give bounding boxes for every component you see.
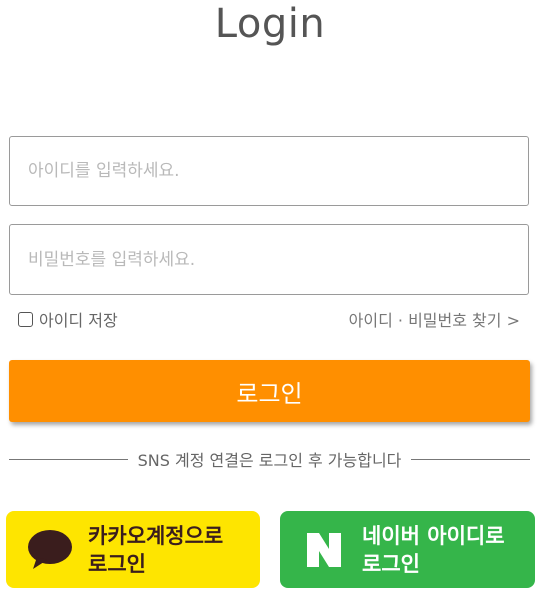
naver-login-button[interactable]: 네이버 아이디로 로그인 [280,511,535,588]
find-account-link[interactable]: 아이디 · 비밀번호 찾기 > [349,307,520,331]
naver-n-icon [294,532,354,567]
page-title: Login [214,1,326,47]
checkbox-icon[interactable] [18,311,33,327]
kakao-login-label: 카카오계정으로 로그인 [88,523,224,576]
id-input[interactable] [9,136,529,206]
chat-bubble-icon [20,529,80,571]
login-options: 아이디 저장 아이디 · 비밀번호 찾기 > [18,306,520,332]
divider-line [9,458,128,460]
sns-divider: SNS 계정 연결은 로그인 후 가능합니다 [9,446,531,472]
kakao-login-button[interactable]: 카카오계정으로 로그인 [6,511,260,588]
remember-id-label: 아이디 저장 [39,311,118,330]
sns-notice: SNS 계정 연결은 로그인 후 가능합니다 [137,451,402,470]
login-button[interactable]: 로그인 [9,360,530,422]
divider-line [411,458,531,460]
naver-login-label: 네이버 아이디로 로그인 [362,523,505,576]
remember-id-checkbox[interactable]: 아이디 저장 [18,307,118,331]
password-input[interactable] [9,224,529,295]
